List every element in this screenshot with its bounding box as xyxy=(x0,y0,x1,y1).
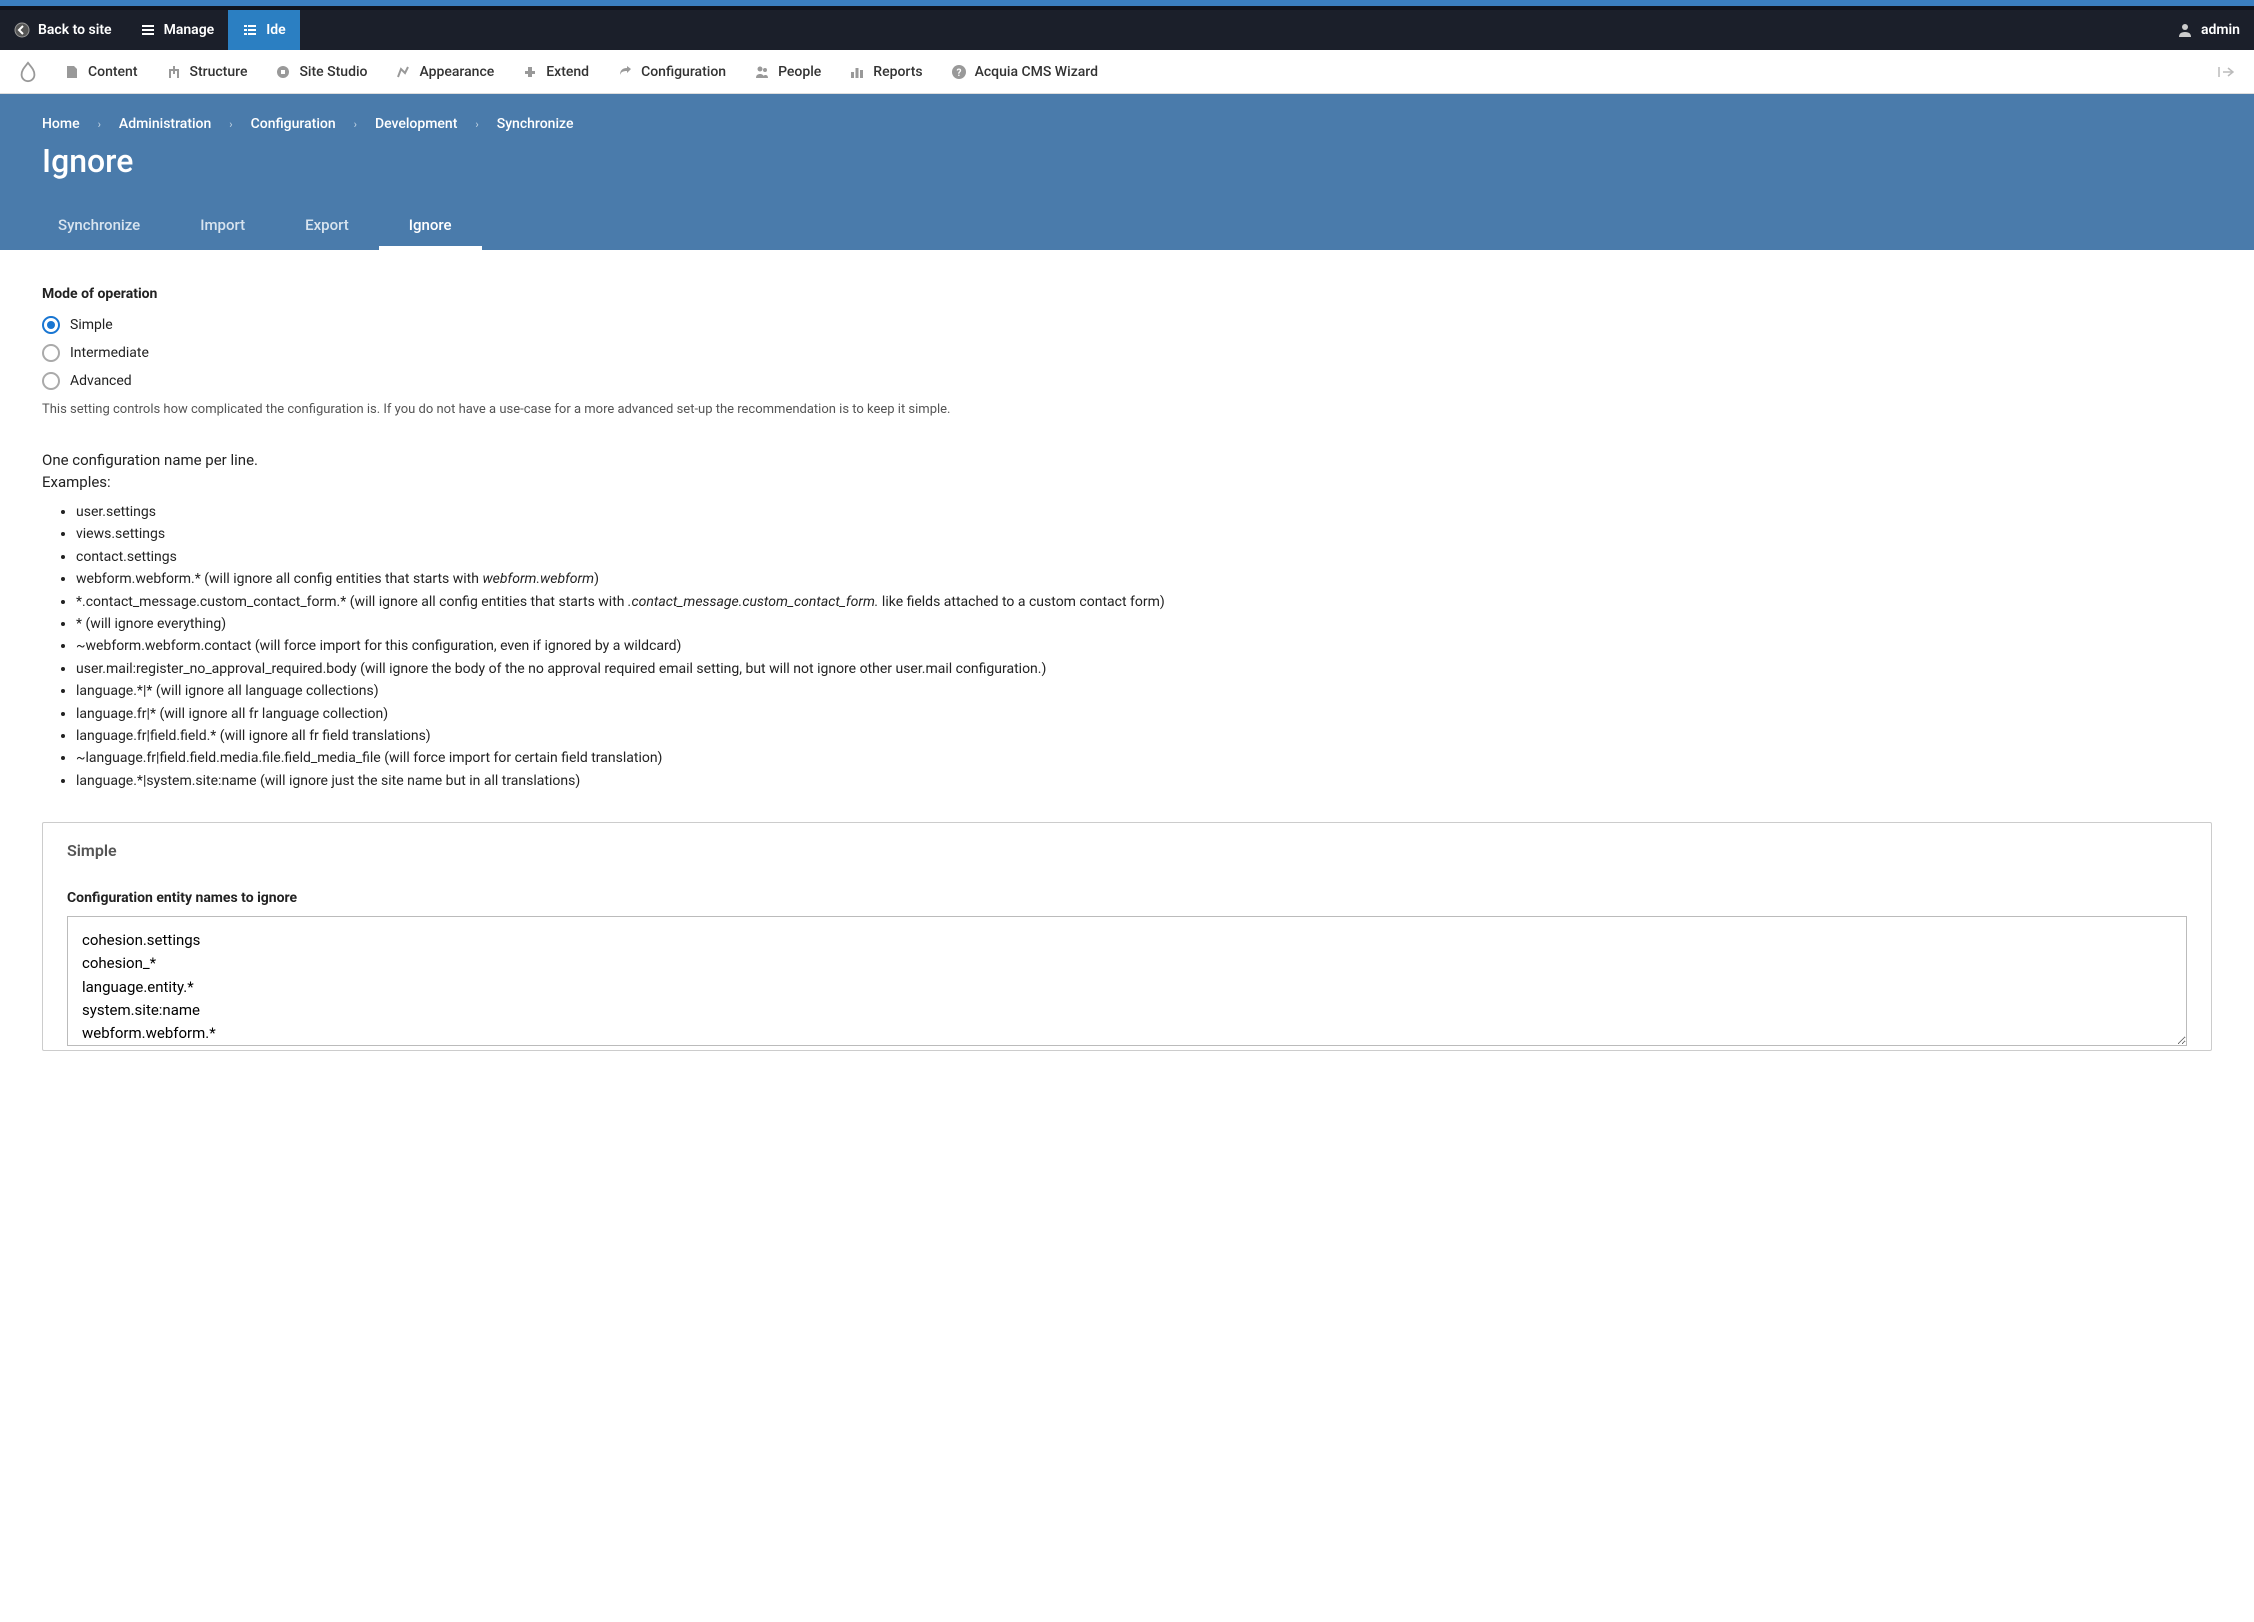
menu-icon xyxy=(754,64,770,80)
example-item: language.*|* (will ignore all language c… xyxy=(76,680,2212,702)
menu-icon: ? xyxy=(951,64,967,80)
menu-item-content[interactable]: Content xyxy=(50,50,152,93)
example-item: *.contact_message.custom_contact_form.* … xyxy=(76,591,2212,613)
user-menu[interactable]: admin xyxy=(2163,10,2254,50)
menu-icon xyxy=(166,64,182,80)
breadcrumb-item[interactable]: Development xyxy=(375,116,457,132)
radio-icon xyxy=(42,316,60,334)
menu-item-structure[interactable]: Structure xyxy=(152,50,262,93)
menu-icon xyxy=(522,64,538,80)
radio-advanced[interactable]: Advanced xyxy=(42,372,2212,390)
example-item: user.settings xyxy=(76,501,2212,523)
tab-export[interactable]: Export xyxy=(275,204,379,250)
menu-item-label: Extend xyxy=(546,64,589,80)
radio-icon xyxy=(42,344,60,362)
menu-icon xyxy=(64,64,80,80)
ide-label: Ide xyxy=(266,22,285,38)
menu-icon xyxy=(275,64,291,80)
menu-item-people[interactable]: People xyxy=(740,50,835,93)
menu-item-label: Site Studio xyxy=(299,64,367,80)
menu-item-label: Acquia CMS Wizard xyxy=(975,64,1098,80)
example-item: language.fr|* (will ignore all fr langua… xyxy=(76,703,2212,725)
page-title: Ignore xyxy=(42,142,2212,180)
breadcrumb-item[interactable]: Home xyxy=(42,116,80,132)
chevron-right-icon: › xyxy=(98,118,101,131)
menu-item-appearance[interactable]: Appearance xyxy=(381,50,508,93)
breadcrumb: Home › Administration › Configuration › Develo… xyxy=(42,116,2212,132)
ide-button[interactable]: Ide xyxy=(228,10,299,50)
svg-text:?: ? xyxy=(956,68,961,79)
chevron-right-icon: › xyxy=(475,118,478,131)
examples-list: user.settingsviews.settingscontact.setti… xyxy=(42,501,2212,792)
admin-toolbar: Back to site Manage Ide admin xyxy=(0,10,2254,50)
example-item: user.mail:register_no_approval_required.… xyxy=(76,658,2212,680)
tab-import[interactable]: Import xyxy=(170,204,275,250)
mode-help-text: This setting controls how complicated th… xyxy=(42,402,2212,417)
tab-ignore[interactable]: Ignore xyxy=(379,204,482,250)
menu-item-label: Appearance xyxy=(419,64,494,80)
admin-menu: Content Structure Site Studio Appearance Ext… xyxy=(0,50,2254,94)
mode-label: Mode of operation xyxy=(42,286,2212,302)
simple-fieldset: Simple Configuration entity names to ign… xyxy=(42,822,2212,1051)
example-item: ~language.fr|field.field.media.file.fiel… xyxy=(76,747,2212,769)
breadcrumb-item[interactable]: Configuration xyxy=(251,116,336,132)
manage-button[interactable]: Manage xyxy=(126,10,229,50)
menu-icon xyxy=(395,64,411,80)
back-icon xyxy=(14,22,30,38)
example-item: views.settings xyxy=(76,523,2212,545)
example-item: language.fr|field.field.* (will ignore a… xyxy=(76,725,2212,747)
user-label: admin xyxy=(2201,22,2240,38)
menu-item-label: Structure xyxy=(190,64,248,80)
collapse-icon[interactable] xyxy=(2204,66,2248,78)
page-header: Home › Administration › Configuration › Develo… xyxy=(0,94,2254,250)
menu-item-label: Reports xyxy=(873,64,922,80)
user-icon xyxy=(2177,22,2193,38)
list-icon xyxy=(242,22,258,38)
menu-icon xyxy=(617,64,633,80)
menu-item-extend[interactable]: Extend xyxy=(508,50,603,93)
back-label: Back to site xyxy=(38,22,112,38)
chevron-right-icon: › xyxy=(354,118,357,131)
desc-line-1: One configuration name per line. xyxy=(42,451,2212,469)
menu-icon xyxy=(849,64,865,80)
tab-synchronize[interactable]: Synchronize xyxy=(28,204,170,250)
back-to-site-button[interactable]: Back to site xyxy=(0,10,126,50)
example-item: ~webform.webform.contact (will force imp… xyxy=(76,635,2212,657)
manage-label: Manage xyxy=(164,22,215,38)
drupal-logo-icon xyxy=(6,61,50,83)
example-item: contact.settings xyxy=(76,546,2212,568)
chevron-right-icon: › xyxy=(229,118,232,131)
example-item: language.*|system.site:name (will ignore… xyxy=(76,770,2212,792)
menu-item-site-studio[interactable]: Site Studio xyxy=(261,50,381,93)
menu-item-acquia-cms-wizard[interactable]: ? Acquia CMS Wizard xyxy=(937,50,1112,93)
radio-label: Intermediate xyxy=(70,345,149,361)
main-content: Mode of operation Simple Intermediate Adva… xyxy=(0,250,2254,1087)
menu-item-configuration[interactable]: Configuration xyxy=(603,50,740,93)
breadcrumb-item[interactable]: Administration xyxy=(119,116,211,132)
menu-item-reports[interactable]: Reports xyxy=(835,50,936,93)
menu-item-label: People xyxy=(778,64,821,80)
config-ignore-textarea[interactable] xyxy=(67,916,2187,1046)
desc-line-2: Examples: xyxy=(42,473,2212,491)
fieldset-legend: Simple xyxy=(67,841,2187,860)
example-item: webform.webform.* (will ignore all confi… xyxy=(76,568,2212,590)
breadcrumb-item[interactable]: Synchronize xyxy=(497,116,574,132)
example-item: * (will ignore everything) xyxy=(76,613,2212,635)
radio-intermediate[interactable]: Intermediate xyxy=(42,344,2212,362)
config-ignore-label: Configuration entity names to ignore xyxy=(67,890,2187,906)
accent-bar xyxy=(0,0,2254,10)
radio-icon xyxy=(42,372,60,390)
menu-item-label: Configuration xyxy=(641,64,726,80)
radio-simple[interactable]: Simple xyxy=(42,316,2212,334)
primary-tabs: SynchronizeImportExportIgnore xyxy=(0,204,2254,250)
radio-label: Simple xyxy=(70,317,113,333)
menu-item-label: Content xyxy=(88,64,138,80)
radio-label: Advanced xyxy=(70,373,132,389)
hamburger-icon xyxy=(140,22,156,38)
